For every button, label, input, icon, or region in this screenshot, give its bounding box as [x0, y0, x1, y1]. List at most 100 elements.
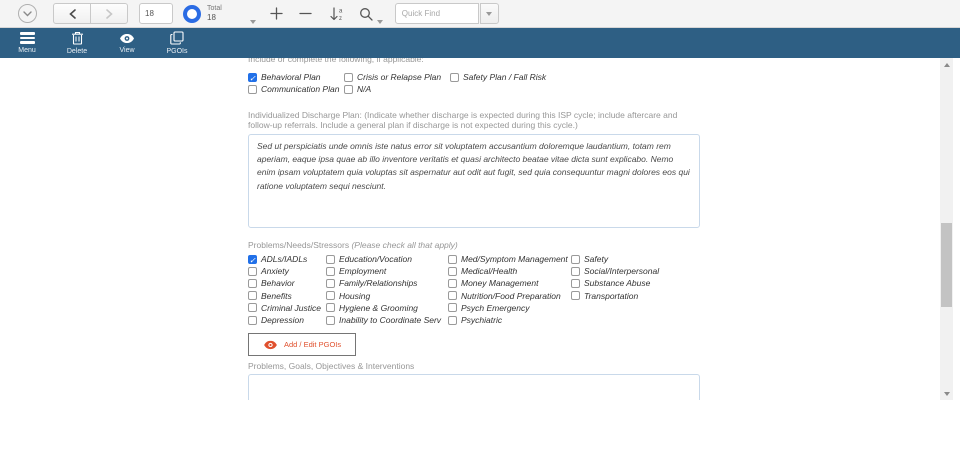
record-nav-group [53, 3, 128, 24]
checkbox-unchecked-icon[interactable] [326, 255, 335, 264]
checkbox-label: Criminal Justice [261, 303, 321, 313]
checkbox-option-anxiety[interactable]: Anxiety [248, 265, 326, 277]
checkbox-unchecked-icon[interactable] [344, 85, 353, 94]
checkbox-unchecked-icon[interactable] [448, 291, 457, 300]
checkbox-unchecked-icon[interactable] [450, 73, 459, 82]
progress-ring-icon [183, 5, 201, 23]
checkbox-option-safety-plan-fall-risk[interactable]: Safety Plan / Fall Risk [450, 71, 700, 83]
menubar-item-view[interactable]: View [102, 28, 152, 58]
checkbox-unchecked-icon[interactable] [248, 291, 257, 300]
collapse-toolbar-button[interactable] [18, 4, 37, 23]
checkbox-label: Medical/Health [461, 266, 517, 276]
checkbox-label: Housing [339, 291, 370, 301]
checkbox-unchecked-icon[interactable] [448, 279, 457, 288]
checkbox-option-benefits[interactable]: Benefits [248, 290, 326, 302]
quick-find-input[interactable] [395, 3, 479, 24]
checkbox-unchecked-icon[interactable] [448, 267, 457, 276]
isp-form: Include or complete the following, if ap… [248, 58, 700, 400]
add-edit-pgois-button[interactable]: Add / Edit PGOIs [248, 333, 356, 356]
search-dropdown-caret-icon[interactable] [377, 20, 383, 24]
menu-bar: Menu Delete View PGOIs [0, 28, 960, 58]
checkbox-option-substance-abuse[interactable]: Substance Abuse [571, 277, 700, 289]
checkbox-unchecked-icon[interactable] [326, 291, 335, 300]
checkbox-unchecked-icon[interactable] [326, 303, 335, 312]
checkbox-option-n-a[interactable]: N/A [344, 83, 450, 95]
checkbox-label: Communication Plan [261, 84, 339, 94]
add-record-button[interactable] [270, 7, 283, 20]
checkbox-option-communication-plan[interactable]: Communication Plan [248, 83, 344, 95]
scroll-down-button[interactable] [940, 387, 953, 400]
vertical-scrollbar[interactable] [940, 58, 953, 400]
checkbox-option-family-relationships[interactable]: Family/Relationships [326, 277, 448, 289]
sort-button[interactable]: a z [329, 7, 345, 21]
checkbox-option-behavior[interactable]: Behavior [248, 277, 326, 289]
checkbox-label: Psych Emergency [461, 303, 530, 313]
checkbox-checked-icon[interactable]: ✓ [248, 255, 257, 264]
checkbox-unchecked-icon[interactable] [448, 255, 457, 264]
checkbox-unchecked-icon[interactable] [571, 279, 580, 288]
checkbox-label: Benefits [261, 291, 292, 301]
checkbox-unchecked-icon[interactable] [571, 291, 580, 300]
checkbox-unchecked-icon[interactable] [248, 85, 257, 94]
remove-record-button[interactable] [299, 7, 312, 20]
checkbox-label: Substance Abuse [584, 278, 650, 288]
record-total-group[interactable]: Total 18 [183, 5, 222, 23]
menubar-item-pgois[interactable]: PGOIs [152, 28, 202, 58]
checkbox-option-employment[interactable]: Employment [326, 265, 448, 277]
checkbox-unchecked-icon[interactable] [248, 279, 257, 288]
previous-record-button[interactable] [53, 3, 91, 24]
checkbox-option-transportation[interactable]: Transportation [571, 290, 700, 302]
checkbox-label: Behavioral Plan [261, 72, 321, 82]
checkbox-option-adls-iadls[interactable]: ✓ADLs/IADLs [248, 253, 326, 265]
menubar-item-menu[interactable]: Menu [2, 28, 52, 58]
checkbox-option-social-interpersonal[interactable]: Social/Interpersonal [571, 265, 700, 277]
chevron-down-icon [23, 11, 32, 17]
checkbox-option-education-vocation[interactable]: Education/Vocation [326, 253, 448, 265]
checkbox-checked-icon[interactable]: ✓ [248, 73, 257, 82]
checkbox-unchecked-icon[interactable] [326, 267, 335, 276]
scroll-up-button[interactable] [940, 58, 953, 71]
checkbox-option-med-symptom-management[interactable]: Med/Symptom Management [448, 253, 571, 265]
checkbox-unchecked-icon[interactable] [448, 303, 457, 312]
checkbox-label: Social/Interpersonal [584, 266, 659, 276]
checkbox-label: Safety [584, 254, 608, 264]
checkbox-unchecked-icon[interactable] [448, 316, 457, 325]
checkbox-option-safety[interactable]: Safety [571, 253, 700, 265]
application-window: Total 18 a z [0, 0, 960, 469]
checkbox-unchecked-icon[interactable] [344, 73, 353, 82]
checkbox-option-psych-emergency[interactable]: Psych Emergency [448, 302, 571, 314]
scrollbar-thumb[interactable] [941, 223, 952, 307]
checkbox-option-depression[interactable]: Depression [248, 314, 326, 326]
plus-icon [270, 7, 283, 20]
eye-icon [263, 340, 278, 350]
checkbox-unchecked-icon[interactable] [248, 267, 257, 276]
record-number-input[interactable] [139, 3, 173, 24]
checkbox-option-inability-to-coordinate-serv[interactable]: Inability to Coordinate Serv [326, 314, 448, 326]
checkbox-label: Hygiene & Grooming [339, 303, 418, 313]
checkbox-option-psychiatric[interactable]: Psychiatric [448, 314, 571, 326]
discharge-plan-textarea[interactable]: Sed ut perspiciatis unde omnis iste natu… [248, 134, 700, 228]
checkbox-unchecked-icon[interactable] [571, 267, 580, 276]
checkbox-option-money-management[interactable]: Money Management [448, 277, 571, 289]
quick-find-dropdown-button[interactable] [480, 3, 499, 24]
checkbox-option-nutrition-food-preparation[interactable]: Nutrition/Food Preparation [448, 290, 571, 302]
checkbox-option-hygiene-grooming[interactable]: Hygiene & Grooming [326, 302, 448, 314]
next-record-button[interactable] [90, 3, 128, 24]
total-dropdown-caret-icon[interactable] [250, 20, 256, 24]
checkbox-label: N/A [357, 84, 371, 94]
add-edit-pgois-label: Add / Edit PGOIs [284, 340, 341, 349]
checkbox-unchecked-icon[interactable] [248, 316, 257, 325]
checkbox-unchecked-icon[interactable] [571, 255, 580, 264]
include-section-label: Include or complete the following, if ap… [248, 58, 700, 64]
checkbox-unchecked-icon[interactable] [248, 303, 257, 312]
checkbox-option-behavioral-plan[interactable]: ✓ Behavioral Plan [248, 71, 344, 83]
checkbox-unchecked-icon[interactable] [326, 279, 335, 288]
search-button[interactable] [359, 7, 373, 21]
menubar-item-delete[interactable]: Delete [52, 28, 102, 58]
pgoi-textarea[interactable] [248, 374, 700, 400]
checkbox-option-crisis-or-relapse-plan[interactable]: Crisis or Relapse Plan [344, 71, 450, 83]
checkbox-unchecked-icon[interactable] [326, 316, 335, 325]
checkbox-option-housing[interactable]: Housing [326, 290, 448, 302]
checkbox-option-medical-health[interactable]: Medical/Health [448, 265, 571, 277]
checkbox-option-criminal-justice[interactable]: Criminal Justice [248, 302, 326, 314]
